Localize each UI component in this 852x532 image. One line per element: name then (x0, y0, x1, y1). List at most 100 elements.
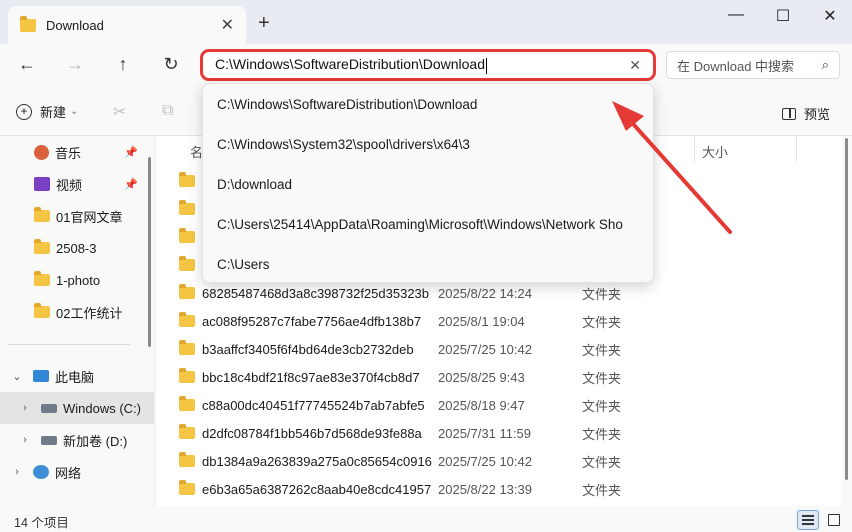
search-icon[interactable]: ⌕ (822, 57, 829, 73)
table-row[interactable]: c88a00dc40451f77745524b7ab7abfe5 2025/8/1… (156, 391, 852, 419)
folder-icon (20, 15, 36, 32)
table-row[interactable]: e6b3a65a6387262c8aab40e8cdc41957 2025/8/2… (156, 475, 852, 503)
computer-icon (33, 370, 49, 382)
folder-icon (34, 239, 50, 254)
file-name: c88a00dc40451f77745524b7ab7abfe5 (202, 397, 425, 413)
sidebar-item-folder-2508[interactable]: 2508-3 (0, 232, 154, 264)
expand-chevron-icon[interactable]: › (19, 402, 31, 414)
windows-drive-icon (41, 403, 57, 413)
file-date: 2025/8/22 14:24 (438, 285, 532, 301)
file-date: 2025/8/25 9:43 (438, 369, 525, 385)
table-row[interactable]: b3aaffcf3405f6f4bd64de3cb2732deb 2025/7/2… (156, 335, 852, 363)
cut-icon[interactable]: ✂ (113, 102, 126, 122)
file-type: 文件夹 (582, 370, 622, 386)
sidebar-item-label: Windows (C:) (63, 400, 142, 416)
address-bar[interactable]: C:\Windows\SoftwareDistribution\Download… (200, 49, 656, 81)
column-separator (796, 136, 797, 162)
scrollbar-thumb[interactable] (845, 138, 848, 480)
expand-chevron-icon[interactable]: › (19, 434, 31, 446)
folder-icon (34, 207, 50, 222)
sidebar-item-video[interactable]: 视频 📌 (0, 168, 154, 200)
file-name: e6b3a65a6387262c8aab40e8cdc41957 (202, 481, 432, 497)
preview-label: 预览 (804, 107, 831, 122)
details-view-button[interactable] (797, 510, 819, 530)
sidebar-item-music[interactable]: 音乐 📌 (0, 136, 154, 168)
tab-title: Download (46, 17, 104, 33)
table-row[interactable]: ac088f95287c7fabe7756ae4dfb138b7 2025/8/1… (156, 307, 852, 335)
address-suggestions-dropdown: C:\Windows\SoftwareDistribution\Download… (202, 83, 654, 283)
column-header-size[interactable]: 大小 (702, 142, 728, 161)
text-caret (486, 57, 487, 74)
expand-chevron-icon[interactable]: › (11, 466, 23, 478)
file-name: db1384a9a263839a275a0c85654c0916 (202, 453, 432, 469)
sidebar-item-drive-c[interactable]: › Windows (C:) (0, 392, 154, 424)
suggestion-item[interactable]: C:\Users\25414\AppData\Roaming\Microsoft… (203, 204, 653, 244)
file-type: 文件夹 (582, 426, 622, 442)
sidebar-item-label: 音乐 (55, 145, 82, 161)
maximize-button[interactable]: ☐ (763, 6, 803, 26)
preview-pane-icon (782, 107, 796, 120)
pin-icon: 📌 (124, 146, 138, 159)
forward-button[interactable]: → (61, 54, 89, 75)
file-date: 2025/7/25 10:42 (438, 453, 532, 469)
suggestion-item[interactable]: C:\Windows\System32\spool\drivers\x64\3 (203, 124, 653, 164)
expand-chevron-icon[interactable]: ⌄ (11, 370, 23, 383)
folder-icon (179, 340, 195, 355)
clear-address-icon[interactable]: ✕ (629, 57, 641, 74)
sidebar-scrollbar[interactable] (148, 157, 151, 347)
file-type: 文件夹 (582, 286, 622, 302)
table-row[interactable]: 68285487468d3a8c398732f25d35323b 2025/8/2… (156, 279, 852, 307)
sidebar-item-folder-01[interactable]: 01官网文章 (0, 200, 154, 232)
file-date: 2025/7/25 10:42 (438, 341, 532, 357)
address-input[interactable]: C:\Windows\SoftwareDistribution\Download (215, 56, 629, 74)
file-list-scrollbar[interactable] (842, 136, 852, 506)
tab-download[interactable]: Download ✕ (8, 6, 246, 44)
close-window-button[interactable]: ✕ (810, 6, 850, 26)
table-row[interactable]: db1384a9a263839a275a0c85654c0916 2025/7/2… (156, 447, 852, 475)
suggestion-item[interactable]: C:\Users (203, 244, 653, 282)
sidebar-item-label: 新加卷 (D:) (63, 433, 128, 449)
tiles-view-button[interactable] (823, 510, 845, 530)
sidebar-item-label: 视频 (56, 177, 83, 193)
sidebar-item-drive-d[interactable]: › 新加卷 (D:) (0, 424, 154, 456)
file-name: ac088f95287c7fabe7756ae4dfb138b7 (202, 313, 422, 329)
sidebar-item-this-pc[interactable]: ⌄ 此电脑 (0, 360, 154, 392)
file-type: 文件夹 (582, 314, 622, 330)
table-row[interactable]: bbc18c4bdf21f8c97ae83e370f4cb8d7 2025/8/2… (156, 363, 852, 391)
copy-icon[interactable]: ⧉ (162, 102, 173, 120)
folder-icon (179, 424, 195, 439)
sidebar-item-label: 此电脑 (55, 369, 95, 385)
folder-icon (34, 303, 50, 318)
item-count: 14 个项目 (14, 516, 69, 530)
file-name: b3aaffcf3405f6f4bd64de3cb2732deb (202, 341, 414, 357)
navigation-pane: 音乐 📌 视频 📌 01官网文章 2508-3 1-photo 02工作统计 ⌄… (0, 136, 154, 506)
new-tab-button[interactable]: + (258, 12, 270, 35)
folder-icon (179, 396, 195, 411)
sidebar-item-label: 1-photo (56, 272, 101, 288)
sidebar-item-folder-photo[interactable]: 1-photo (0, 264, 154, 296)
new-button-label: 新建 (40, 105, 67, 120)
file-name: 68285487468d3a8c398732f25d35323b (202, 285, 430, 301)
suggestion-item[interactable]: D:\download (203, 164, 653, 204)
file-type: 文件夹 (582, 454, 622, 470)
folder-icon (179, 284, 195, 299)
search-box[interactable]: 在 Download 中搜索 ⌕ (666, 51, 840, 79)
title-bar: Download ✕ + — ☐ ✕ (0, 0, 852, 44)
suggestion-item[interactable]: C:\Windows\SoftwareDistribution\Download (203, 84, 653, 124)
refresh-button[interactable]: ↻ (157, 54, 185, 75)
preview-button[interactable]: 预览 (782, 104, 830, 123)
file-name: d2dfc08784f1bb546b7d568de93fe88a (202, 425, 422, 441)
file-date: 2025/8/22 13:39 (438, 481, 532, 497)
chevron-down-icon: ⌄ (70, 106, 79, 117)
tab-close-icon[interactable]: ✕ (221, 15, 234, 35)
folder-icon (179, 200, 195, 215)
new-button[interactable]: + 新建 ⌄ (16, 102, 78, 121)
table-row[interactable]: d2dfc08784f1bb546b7d568de93fe88a 2025/7/3… (156, 419, 852, 447)
up-button[interactable]: ↑ (109, 54, 137, 75)
video-icon (34, 177, 50, 191)
back-button[interactable]: ← (13, 54, 41, 75)
sidebar-item-network[interactable]: › 网络 (0, 456, 154, 488)
search-placeholder: 在 Download 中搜索 (677, 58, 795, 74)
minimize-button[interactable]: — (716, 6, 756, 24)
sidebar-item-folder-02[interactable]: 02工作统计 (0, 296, 154, 328)
